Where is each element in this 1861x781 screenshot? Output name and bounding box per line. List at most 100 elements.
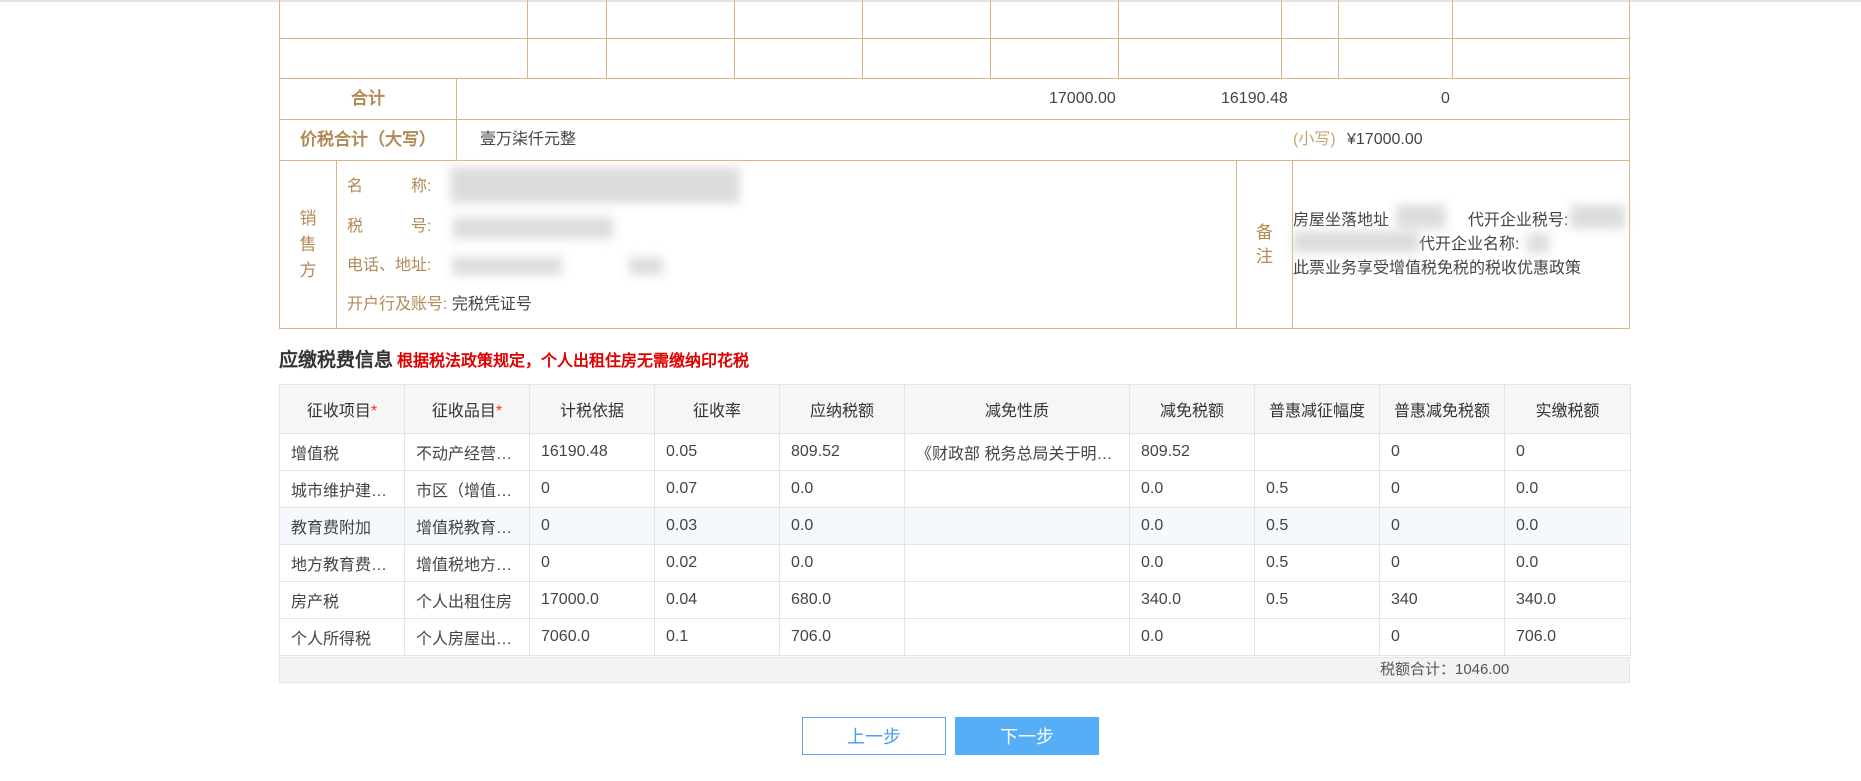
cell-relief-nature — [904, 618, 1130, 656]
table-row[interactable]: 城市维护建设税市区（增值税附征）00.070.00.00.500.0 — [279, 470, 1631, 508]
cell-inclusive-reduction-rate: 0.5 — [1254, 544, 1380, 582]
page-content: 合计 17000.00 16190.48 0 价税合计（大写） 壹万柒仟元整 (… — [279, 0, 1631, 683]
seller-name-label: 名 称: — [347, 178, 432, 195]
cell-rate: 0.07 — [654, 470, 780, 508]
cell-inclusive-reduction-amount: 0 — [1379, 470, 1505, 508]
redacted-seller-taxid — [453, 217, 613, 239]
cell-rate: 0.02 — [654, 544, 780, 582]
total-small-label: (小写) — [1293, 131, 1336, 148]
redacted-agent-prefix — [1293, 231, 1419, 253]
next-step-button[interactable]: 下一步 — [955, 717, 1099, 755]
seller-bank-field: 开户行及账号: 完税凭证号 — [347, 296, 532, 313]
cell-relief-nature — [904, 544, 1130, 582]
cell-tax-basis: 0 — [529, 544, 655, 582]
cell-tax-payable: 0.0 — [779, 544, 905, 582]
total-label: 价税合计（大写） — [280, 120, 457, 160]
cell-relief-nature: 《财政部 税务总局关于明确增值税小规模纳税人免征增值税政策的公告》 — [904, 433, 1130, 471]
invoice-seller-section: 销 售 方 名 称: 税 号: 电话、地址: 开户行及账号: 完税凭证号 备 注… — [280, 161, 1629, 329]
cell-relief-amount: 0.0 — [1129, 618, 1255, 656]
cell-inclusive-reduction-amount: 0 — [1379, 433, 1505, 471]
cell-relief-amount: 0.0 — [1129, 470, 1255, 508]
header-tax-payable: 应纳税额 — [779, 384, 905, 434]
cell-levy-category: 不动产经营租赁 — [404, 433, 530, 471]
table-row[interactable]: 增值税 不动产经营租赁 16190.48 0.05 809.52 《财政部 税务总局关于明… — [279, 433, 1631, 471]
cell-inclusive-reduction-rate: 0.5 — [1254, 470, 1380, 508]
cell-tax-payable: 680.0 — [779, 581, 905, 619]
cell-levy-item: 增值税 — [279, 433, 405, 471]
remark-line-3: 此票业务享受增值税免税的税收优惠政策 — [1293, 260, 1582, 277]
table-row[interactable]: 教育费附加增值税教育费附加00.030.00.00.500.0 — [279, 507, 1631, 545]
table-row[interactable]: 地方教育费附加增值税地方教育附加00.020.00.00.500.0 — [279, 544, 1631, 582]
cell-levy-category: 市区（增值税附征） — [404, 470, 530, 508]
header-relief-amount: 减免税额 — [1129, 384, 1255, 434]
cell-inclusive-reduction-rate — [1254, 433, 1380, 471]
invoice-blank-row — [280, 39, 1629, 78]
cell-inclusive-reduction-amount: 0 — [1379, 507, 1505, 545]
cell-tax-payable: 0.0 — [779, 507, 905, 545]
tax-section-title: 应缴税费信息 根据税法政策规定，个人出租住房无需缴纳印花税 — [279, 350, 750, 371]
previous-step-button[interactable]: 上一步 — [802, 717, 946, 755]
cell-relief-amount: 0.0 — [1129, 507, 1255, 545]
cell-relief-nature — [904, 507, 1130, 545]
redacted-seller-address — [629, 257, 663, 275]
cell-levy-item: 房产税 — [279, 581, 405, 619]
cell-rate: 0.03 — [654, 507, 780, 545]
cell-levy-category: 个人出租住房 — [404, 581, 530, 619]
cell-actual-tax: 0.0 — [1504, 544, 1631, 582]
table-row[interactable]: 房产税 个人出租住房 17000.0 0.04 680.0 340.0 0.5 340 340.… — [279, 581, 1631, 619]
tax-table: 征收项目* 征收品目* 计税依据 征收率 应纳税额 减免性质 减免税额 普惠减征… — [279, 384, 1631, 656]
invoice-blank-row — [280, 0, 1629, 39]
remark-line-2: 代开企业名称: — [1419, 236, 1520, 253]
tax-table-header: 征收项目* 征收品目* 计税依据 征收率 应纳税额 减免性质 减免税额 普惠减征… — [279, 384, 1631, 434]
redacted-agent-taxid — [1570, 205, 1625, 229]
invoice-preview: 合计 17000.00 16190.48 0 价税合计（大写） 壹万柒仟元整 (… — [279, 0, 1630, 329]
cell-levy-item: 教育费附加 — [279, 507, 405, 545]
cell-tax-payable: 0.0 — [779, 470, 905, 508]
cell-relief-nature — [904, 470, 1130, 508]
header-inclusive-reduction-amount: 普惠减免税额 — [1379, 384, 1505, 434]
cell-actual-tax: 0 — [1504, 433, 1631, 471]
cell-tax-basis: 16190.48 — [529, 433, 655, 471]
header-actual-tax: 实缴税额 — [1504, 384, 1631, 434]
cell-actual-tax: 0.0 — [1504, 470, 1631, 508]
cell-inclusive-reduction-amount: 0 — [1379, 544, 1505, 582]
redacted-agent-name — [1527, 233, 1549, 253]
cell-tax-basis: 7060.0 — [529, 618, 655, 656]
cell-tax-payable: 809.52 — [779, 433, 905, 471]
header-levy-item: 征收项目* — [279, 384, 405, 434]
cell-rate: 0.05 — [654, 433, 780, 471]
cell-rate: 0.04 — [654, 581, 780, 619]
table-row[interactable]: 个人所得税个人房屋出租所得7060.00.1706.00.00706.0 — [279, 618, 1631, 656]
invoice-sum-row: 合计 17000.00 16190.48 0 — [280, 78, 1629, 120]
sum-label: 合计 — [280, 79, 457, 119]
cell-actual-tax: 706.0 — [1504, 618, 1631, 656]
invoice-total-row: 价税合计（大写） 壹万柒仟元整 (小写) ¥17000.00 — [280, 120, 1629, 161]
cell-tax-basis: 0 — [529, 470, 655, 508]
cell-levy-category: 个人房屋出租所得 — [404, 618, 530, 656]
sum-tax-base: 16190.48 — [1221, 90, 1288, 107]
cell-inclusive-reduction-rate: 0.5 — [1254, 581, 1380, 619]
cell-levy-item: 地方教育费附加 — [279, 544, 405, 582]
cell-relief-amount: 340.0 — [1129, 581, 1255, 619]
sum-amount: 17000.00 — [1049, 90, 1116, 107]
cell-levy-category: 增值税教育费附加 — [404, 507, 530, 545]
header-tax-basis: 计税依据 — [529, 384, 655, 434]
cell-inclusive-reduction-amount: 0 — [1379, 618, 1505, 656]
header-levy-category: 征收品目* — [404, 384, 530, 434]
cell-relief-amount: 809.52 — [1129, 433, 1255, 471]
header-relief-nature: 减免性质 — [904, 384, 1130, 434]
seller-phone-label: 电话、地址: — [347, 257, 432, 274]
redacted-address — [1396, 205, 1446, 229]
cell-actual-tax: 0.0 — [1504, 507, 1631, 545]
seller-side-label: 销 售 方 — [280, 161, 337, 328]
cell-levy-category: 增值税地方教育附加 — [404, 544, 530, 582]
cell-actual-tax: 340.0 — [1504, 581, 1631, 619]
seller-bank-value: 完税凭证号 — [451, 296, 532, 313]
cell-inclusive-reduction-rate — [1254, 618, 1380, 656]
header-inclusive-reduction-rate: 普惠减征幅度 — [1254, 384, 1380, 434]
tax-total-bar: 税额合计：1046.00 — [279, 657, 1630, 683]
cell-inclusive-reduction-rate: 0.5 — [1254, 507, 1380, 545]
remark-side-label: 备 注 — [1236, 161, 1293, 328]
tax-total-text: 税额合计：1046.00 — [1380, 661, 1510, 678]
cell-tax-basis: 17000.0 — [529, 581, 655, 619]
